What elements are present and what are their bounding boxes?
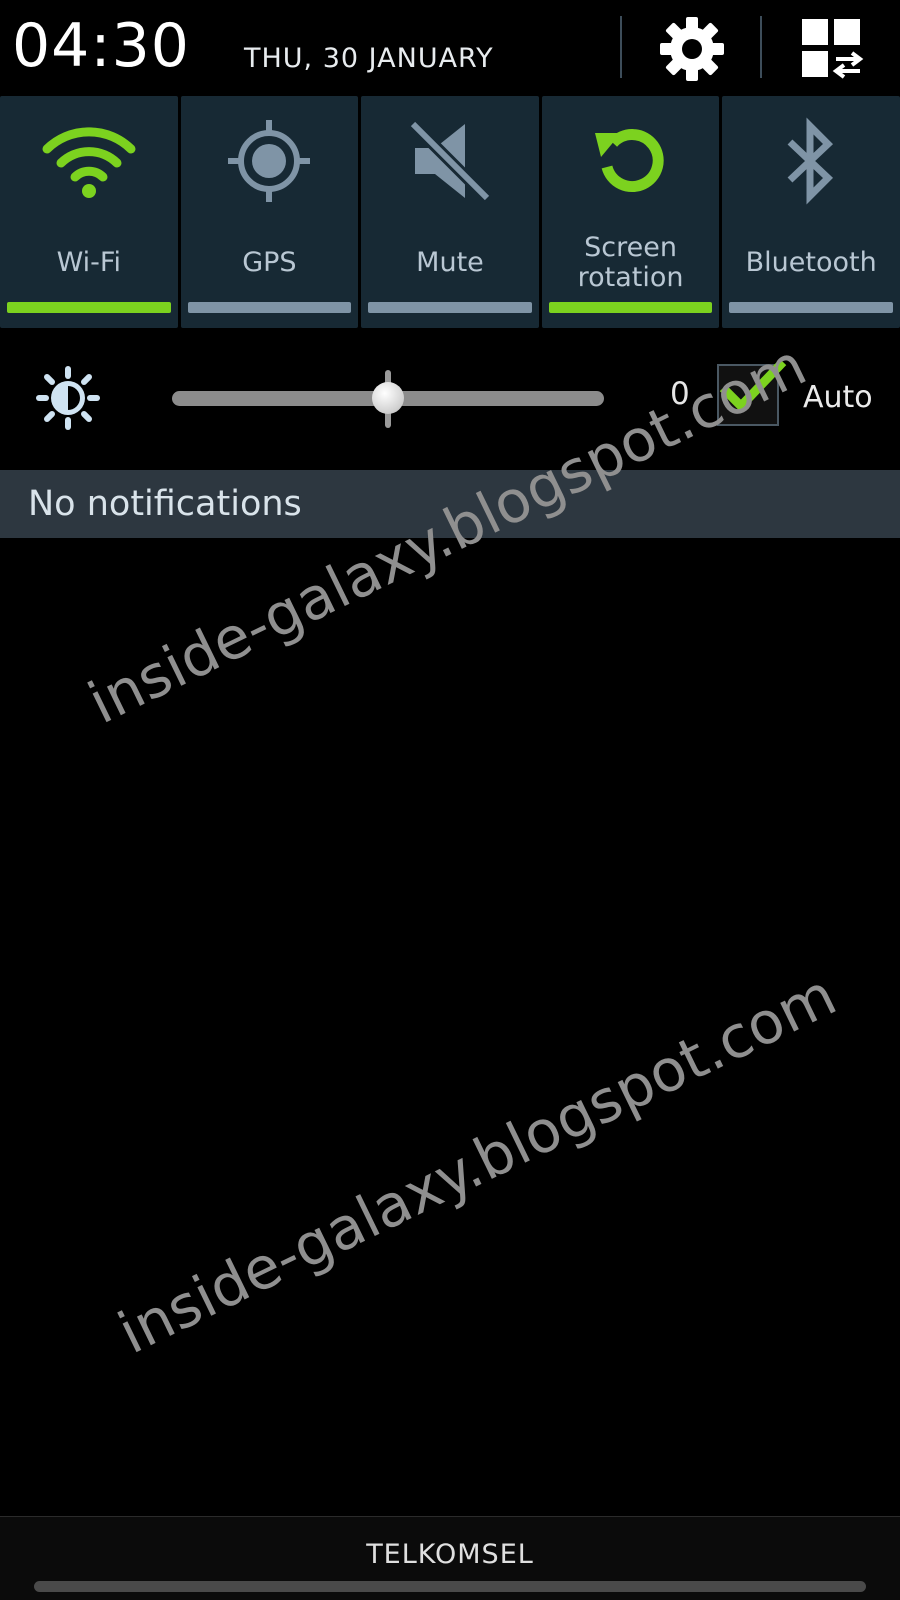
toggle-wifi[interactable]: Wi-Fi [0, 96, 178, 328]
mute-icon [408, 119, 492, 203]
panel-footer: TELKOMSEL [0, 1516, 900, 1600]
toggle-screen-rotation[interactable]: Screen rotation [541, 96, 720, 328]
grid-switch-icon [802, 19, 864, 79]
toggle-label: Mute [416, 247, 484, 278]
toggle-label: GPS [242, 247, 297, 278]
watermark: inside-galaxy.blogspot.com [108, 960, 847, 1368]
toggle-state-bar [368, 302, 532, 313]
rotation-icon [594, 129, 664, 193]
settings-button[interactable] [652, 12, 732, 86]
bluetooth-icon [787, 117, 834, 205]
carrier-label: TELKOMSEL [366, 1539, 534, 1570]
toggle-label-line2: rotation [577, 262, 684, 293]
panel-header: 04:30 THU, 30 JANUARY [0, 0, 900, 94]
notification-panel: 04:30 THU, 30 JANUARY Wi-Fi GPS Mute Scr… [0, 0, 900, 1600]
toggle-mute[interactable]: Mute [361, 96, 539, 328]
toggle-state-bar [548, 302, 713, 313]
brightness-icon [36, 366, 100, 430]
toggle-state-bar [187, 302, 352, 313]
brightness-slider-thumb[interactable] [372, 370, 404, 428]
no-notifications-text: No notifications [28, 484, 302, 524]
gps-icon [228, 120, 311, 202]
toggle-label: Screen rotation [542, 233, 720, 293]
toggle-label-line1: Screen [584, 232, 677, 263]
slider-knob [372, 382, 404, 414]
wifi-icon [42, 127, 136, 198]
toggle-state-bar [7, 302, 171, 313]
clock: 04:30 [12, 11, 190, 81]
edit-toggles-button[interactable] [792, 12, 872, 86]
toggle-label: Bluetooth [745, 247, 877, 278]
header-divider [620, 16, 622, 78]
quick-settings-toggles: Wi-Fi GPS Mute Screen rotation Bluetooth [0, 96, 900, 328]
panel-drag-handle[interactable] [34, 1581, 866, 1592]
toggle-label: Wi-Fi [56, 247, 121, 278]
header-divider [760, 16, 762, 78]
toggle-bluetooth[interactable]: Bluetooth [722, 96, 900, 328]
gear-icon [660, 17, 724, 81]
date-label: THU, 30 JANUARY [244, 43, 494, 74]
toggle-state-bar [729, 302, 893, 313]
toggle-gps[interactable]: GPS [180, 96, 359, 328]
